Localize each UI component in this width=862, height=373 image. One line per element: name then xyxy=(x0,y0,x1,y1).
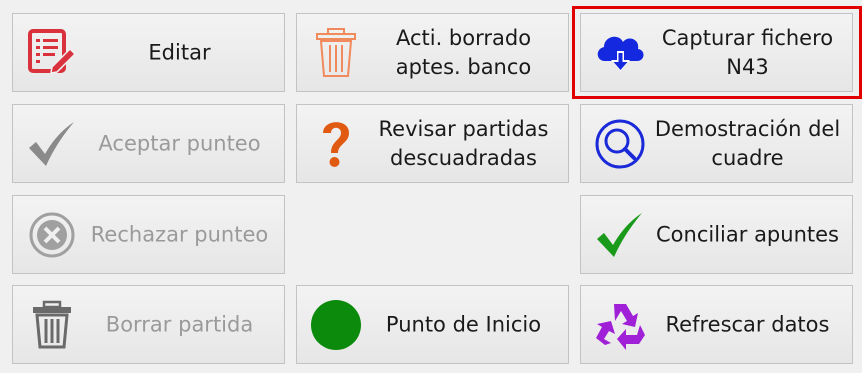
checkmark-icon xyxy=(593,208,647,262)
editar-label: Editar xyxy=(148,40,211,64)
edit-document-icon xyxy=(25,26,79,80)
borrar-partida-label: Borrar partida xyxy=(105,312,254,336)
aceptar-punteo-button[interactable]: Aceptar punteo xyxy=(12,104,285,183)
conciliar-apuntes-button[interactable]: Conciliar apuntes xyxy=(580,195,853,274)
editar-button[interactable]: Editar xyxy=(12,13,285,92)
capturar-fichero-button[interactable]: Capturar fichero N43 xyxy=(580,13,853,92)
magnifier-icon xyxy=(593,117,647,171)
capturar-label-line1: Capturar fichero xyxy=(661,25,834,50)
trash-icon xyxy=(309,26,363,80)
borrar-partida-button[interactable]: Borrar partida xyxy=(12,285,285,364)
acti-borrado-button[interactable]: Acti. borrado aptes. banco xyxy=(296,13,569,92)
demostracion-label-line1: Demostración del xyxy=(654,116,841,141)
cloud-download-icon xyxy=(593,26,647,80)
punto-de-inicio-button[interactable]: Punto de Inicio xyxy=(296,285,569,364)
checkmark-icon xyxy=(25,117,79,171)
acti-borrado-label-line2: aptes. banco xyxy=(395,54,532,79)
demostracion-label-line2: cuadre xyxy=(711,145,784,170)
revisar-partidas-button[interactable]: Revisar partidas descuadradas xyxy=(296,104,569,183)
recycle-icon xyxy=(593,298,647,352)
punto-de-inicio-label: Punto de Inicio xyxy=(385,312,542,336)
refrescar-datos-button[interactable]: Refrescar datos xyxy=(580,285,853,364)
rechazar-punteo-label: Rechazar punteo xyxy=(90,222,269,246)
capturar-label-line2: N43 xyxy=(726,54,769,79)
conciliar-apuntes-label: Conciliar apuntes xyxy=(656,222,839,246)
refrescar-datos-label: Refrescar datos xyxy=(665,312,830,336)
revisar-label-line1: Revisar partidas xyxy=(378,116,549,141)
question-mark-icon xyxy=(309,117,363,171)
green-circle-icon xyxy=(309,298,363,352)
revisar-label-line2: descuadradas xyxy=(390,145,537,170)
aceptar-punteo-label: Aceptar punteo xyxy=(98,131,261,155)
rechazar-punteo-button[interactable]: Rechazar punteo xyxy=(12,195,285,274)
acti-borrado-label-line1: Acti. borrado xyxy=(395,25,532,50)
trash-icon xyxy=(25,298,79,352)
demostracion-cuadre-button[interactable]: Demostración del cuadre xyxy=(580,104,853,183)
cancel-circle-icon xyxy=(25,208,79,262)
